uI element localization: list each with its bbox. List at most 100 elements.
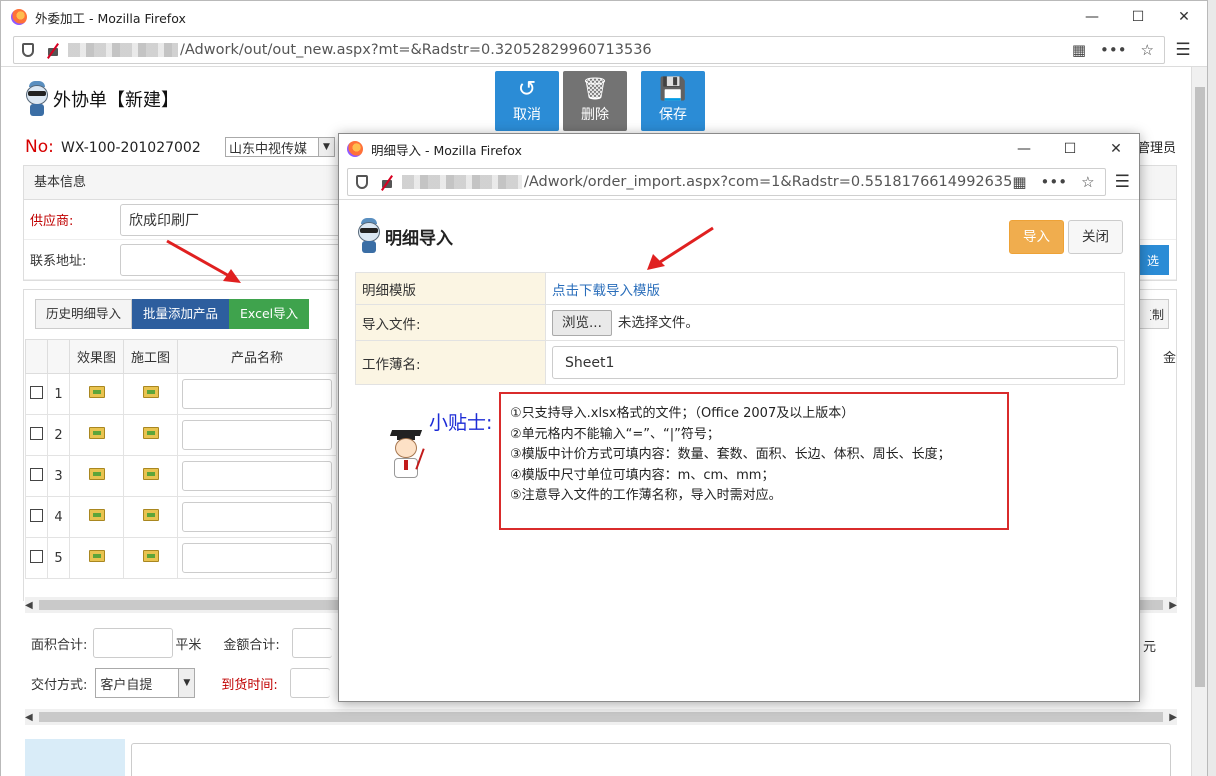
order-no-label: No: xyxy=(25,137,54,157)
bookmark-star-icon[interactable]: ☆ xyxy=(1081,173,1094,191)
product-name-input[interactable] xyxy=(182,420,332,450)
mascot-logo-icon xyxy=(23,81,51,117)
grid-button-group: 历史明细导入 批量添加产品 Excel导入 xyxy=(35,299,310,329)
row-index: 4 xyxy=(47,496,70,538)
chevron-down-icon: ▼ xyxy=(178,669,195,697)
page-header: 外协单【新建】 xyxy=(23,81,179,117)
tip-line: ②单元格内不能输入“=”、“|”符号； xyxy=(510,426,720,442)
company-select[interactable]: 山东中视传媒 ▼ xyxy=(225,137,335,157)
folder-icon[interactable] xyxy=(142,386,159,398)
maximize-icon[interactable]: ☐ xyxy=(1115,9,1161,25)
hamburger-menu-icon[interactable]: ☰ xyxy=(1165,40,1201,60)
folder-icon[interactable] xyxy=(88,386,105,398)
qr-code-icon[interactable]: ▦ xyxy=(1012,173,1026,191)
folder-icon[interactable] xyxy=(142,509,159,521)
area-total-input[interactable] xyxy=(93,628,174,658)
row-checkbox[interactable] xyxy=(30,508,43,522)
scroll-left-icon[interactable]: ◀ xyxy=(25,712,33,723)
row-index: 3 xyxy=(47,455,70,497)
sheet-label: 工作薄名: xyxy=(355,340,546,385)
firefox-logo-icon xyxy=(11,9,27,25)
vertical-scrollbar[interactable] xyxy=(1191,67,1207,776)
tips-label: 小贴士: xyxy=(429,412,493,434)
close-button[interactable]: 关闭 xyxy=(1068,220,1123,254)
folder-icon[interactable] xyxy=(88,550,105,562)
maximize-icon[interactable]: ☐ xyxy=(1047,141,1093,157)
scroll-left-icon[interactable]: ◀ xyxy=(25,600,33,611)
redacted-host xyxy=(402,174,522,189)
scroll-right-icon[interactable]: ▶ xyxy=(1169,600,1177,611)
folder-icon[interactable] xyxy=(88,427,105,439)
batch-add-button[interactable]: 批量添加产品 xyxy=(132,299,230,329)
popup-url-bar[interactable]: /Adwork/order_import.aspx?com=1&Radstr=0… xyxy=(347,167,1106,196)
remarks-textarea[interactable] xyxy=(131,743,1171,776)
folder-icon[interactable] xyxy=(142,427,159,439)
row-checkbox[interactable] xyxy=(30,385,43,399)
folder-icon[interactable] xyxy=(88,509,105,521)
amount-total-input[interactable] xyxy=(291,628,332,658)
folder-icon[interactable] xyxy=(142,550,159,562)
more-actions-icon[interactable]: ••• xyxy=(1100,41,1127,59)
delete-button[interactable]: 🗑 删除 xyxy=(563,71,627,131)
popup-nav-bar: /Adwork/order_import.aspx?com=1&Radstr=0… xyxy=(339,164,1139,200)
table-row: 3 xyxy=(25,455,337,497)
select-button[interactable]: 选 xyxy=(1137,245,1169,275)
supplier-value: 欣成印刷厂 xyxy=(129,212,199,229)
scroll-right-icon[interactable]: ▶ xyxy=(1169,712,1177,723)
excel-import-button[interactable]: Excel导入 xyxy=(229,299,310,329)
close-icon[interactable]: ✕ xyxy=(1161,9,1207,25)
tip-line: ①只支持导入.xlsx格式的文件；（Office 2007及以上版本） xyxy=(510,406,855,421)
insecure-lock-icon[interactable] xyxy=(380,175,394,189)
amount-unit: 元 xyxy=(1143,640,1157,655)
area-total-label: 面积合计: xyxy=(31,637,88,653)
order-no-value: WX-100-201027002 xyxy=(61,140,201,156)
outer-url-bar[interactable]: /Adwork/out/out_new.aspx?mt=&Radstr=0.32… xyxy=(13,35,1165,64)
more-actions-icon[interactable]: ••• xyxy=(1041,173,1068,191)
minimize-icon[interactable]: — xyxy=(1001,141,1047,157)
page-hscroll[interactable]: ◀ ▶ xyxy=(25,709,1177,725)
arrival-input[interactable] xyxy=(289,668,330,698)
table-header-index xyxy=(47,339,70,374)
product-name-input[interactable] xyxy=(182,502,332,532)
undo-icon: ↺ xyxy=(517,77,537,102)
folder-icon[interactable] xyxy=(142,468,159,480)
popup-url-text: /Adwork/order_import.aspx?com=1&Radstr=0… xyxy=(524,173,1013,190)
supplier-input[interactable]: 欣成印刷厂 xyxy=(120,203,350,236)
sheet-name-value: Sheet1 xyxy=(565,354,615,371)
download-template-link[interactable]: 点击下载导入模版 xyxy=(552,283,660,299)
product-name-input[interactable] xyxy=(182,379,332,409)
sheet-name-input[interactable]: Sheet1 xyxy=(552,346,1118,379)
row-checkbox[interactable] xyxy=(30,467,43,481)
row-checkbox[interactable] xyxy=(30,426,43,440)
outer-url-text: /Adwork/out/out_new.aspx?mt=&Radstr=0.32… xyxy=(180,41,652,58)
delivery-select[interactable]: 客户自提 ▼ xyxy=(95,668,196,698)
annotation-arrow-icon xyxy=(166,239,241,283)
template-label: 明细模版 xyxy=(355,272,546,305)
row-checkbox[interactable] xyxy=(30,549,43,563)
outer-nav-bar: /Adwork/out/out_new.aspx?mt=&Radstr=0.32… xyxy=(1,33,1207,67)
save-button[interactable]: 💾 保存 xyxy=(641,71,705,131)
company-value: 山东中视传媒 xyxy=(229,141,308,157)
minimize-icon[interactable]: — xyxy=(1069,9,1115,25)
select-label: 选 xyxy=(1146,253,1159,268)
chevron-down-icon: ▼ xyxy=(318,138,334,156)
qr-code-icon[interactable]: ▦ xyxy=(1072,41,1086,59)
shield-icon[interactable] xyxy=(356,174,368,189)
close-icon[interactable]: ✕ xyxy=(1093,141,1139,157)
import-button[interactable]: 导入 xyxy=(1009,220,1064,254)
cancel-label: 取消 xyxy=(513,107,541,123)
browse-button[interactable]: 浏览... xyxy=(552,309,612,336)
product-name-input[interactable] xyxy=(182,543,332,573)
cancel-button[interactable]: ↺ 取消 xyxy=(495,71,559,131)
remarks-area xyxy=(25,739,1177,776)
supplier-label: 供应商: xyxy=(30,214,74,229)
shield-icon[interactable] xyxy=(22,42,34,57)
folder-icon[interactable] xyxy=(88,468,105,480)
file-status: 未选择文件。 xyxy=(617,314,699,331)
hamburger-menu-icon[interactable]: ☰ xyxy=(1106,172,1139,192)
product-name-input[interactable] xyxy=(182,461,332,491)
history-import-button[interactable]: 历史明细导入 xyxy=(35,299,133,329)
table-row: 1 xyxy=(25,373,337,415)
insecure-lock-icon[interactable] xyxy=(46,43,60,57)
bookmark-star-icon[interactable]: ☆ xyxy=(1141,41,1154,59)
